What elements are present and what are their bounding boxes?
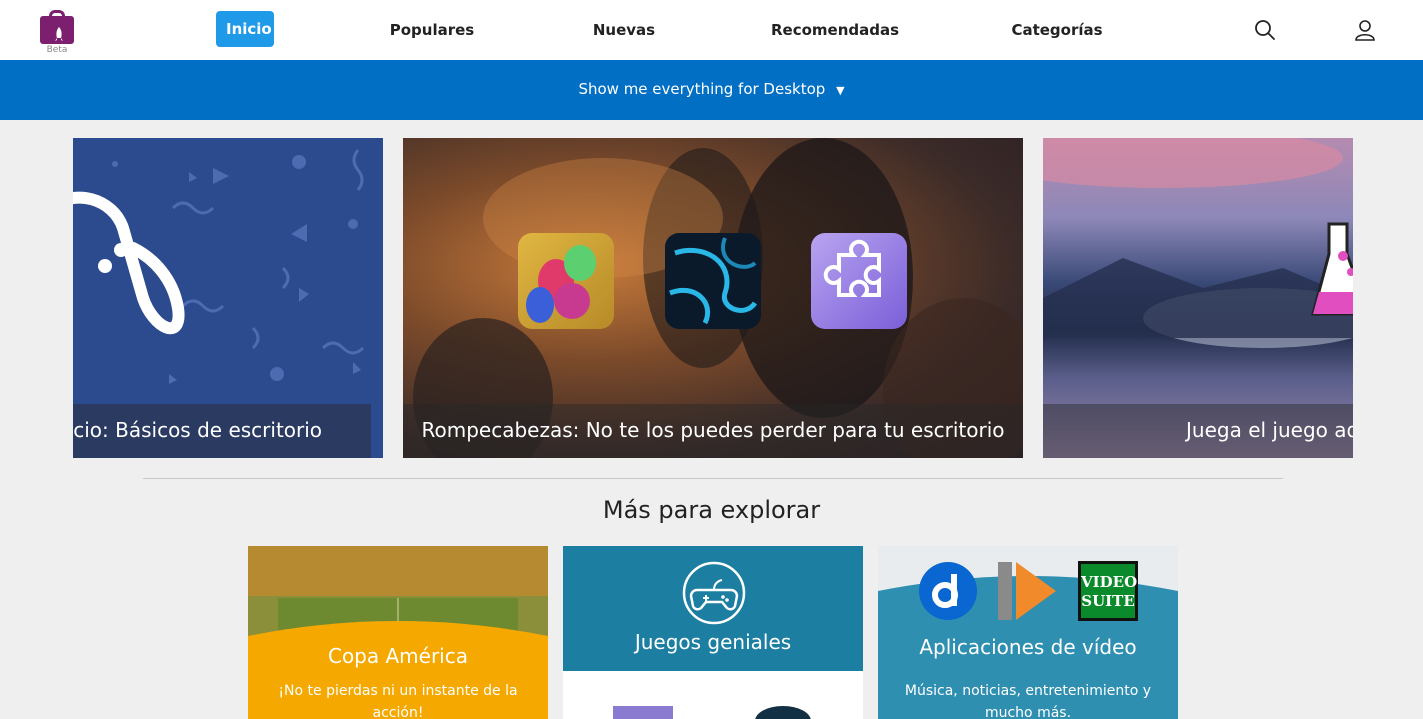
chevron-down-icon: ▼	[836, 84, 845, 97]
section-divider	[143, 478, 1283, 479]
video-suite-app[interactable]: VIDEO SUITE	[1078, 561, 1138, 621]
rocket-icon	[55, 27, 63, 41]
beta-label: Beta	[46, 45, 68, 55]
card-content-area	[563, 671, 863, 719]
nav-categorias[interactable]: Categorías	[1008, 12, 1106, 48]
card-aplicaciones-video[interactable]: VIDEO SUITE Aplicaciones de vídeo Música…	[878, 546, 1178, 719]
nav-recomendadas[interactable]: Recomendadas	[770, 12, 900, 48]
card-juegos-geniales[interactable]: Juegos geniales	[563, 546, 863, 719]
spiral-icon	[669, 237, 758, 325]
nav-inicio[interactable]: Inicio	[216, 11, 274, 47]
card-title: Copa América	[327, 644, 468, 668]
card-description: Música, noticias, entretenimiento y much…	[904, 683, 1152, 719]
flask-icon	[1311, 222, 1353, 316]
platform-filter-label: Show me everything for Desktop	[578, 80, 826, 98]
player-app[interactable]	[996, 560, 1058, 622]
card-title: Aplicaciones de vídeo	[919, 635, 1137, 659]
slide-caption: Rompecabezas: No te los puedes perder pa…	[403, 404, 1023, 458]
explore-section-title: Más para explorar	[602, 496, 821, 524]
nav-nuevas[interactable]: Nuevas	[584, 12, 664, 48]
game-thumbnail	[613, 706, 673, 719]
platform-filter-bar[interactable]: Show me everything for Desktop ▼	[0, 60, 1423, 120]
marble-game-app[interactable]	[518, 233, 614, 329]
gamepad-icon	[682, 561, 746, 625]
puzzle-app[interactable]	[811, 233, 907, 329]
store-logo[interactable]: Beta	[38, 10, 76, 56]
dailymotion-app[interactable]	[919, 562, 977, 620]
top-header: Beta Inicio Populares Nuevas Recomendada…	[0, 0, 1423, 60]
slide-caption: ocio: Básicos de escritorio	[73, 404, 371, 458]
spiral-app[interactable]	[665, 233, 761, 329]
user-icon[interactable]	[1353, 18, 1377, 42]
card-description: ¡No te pierdas ni un instante de la acci…	[278, 683, 518, 719]
marble-balls-icon	[526, 245, 596, 323]
card-copa-america[interactable]: Copa América ¡No te pierdas ni un instan…	[248, 546, 548, 719]
carousel-slide-puzzles[interactable]: Rompecabezas: No te los puedes perder pa…	[403, 138, 1023, 458]
card-title: Juegos geniales	[634, 630, 792, 654]
game-thumbnail	[755, 706, 811, 719]
bag-icon	[40, 16, 74, 44]
carousel-slide-addictive-game[interactable]: Juega el juego adic	[1043, 138, 1353, 458]
slide-caption: Juega el juego adic	[1043, 404, 1353, 458]
nav-populares[interactable]: Populares	[382, 12, 482, 48]
puzzle-piece-icon	[823, 239, 881, 297]
search-icon[interactable]	[1253, 18, 1277, 42]
gamepad-icon	[73, 191, 185, 335]
carousel-slide-desktop-basics[interactable]: ocio: Básicos de escritorio	[73, 138, 383, 458]
